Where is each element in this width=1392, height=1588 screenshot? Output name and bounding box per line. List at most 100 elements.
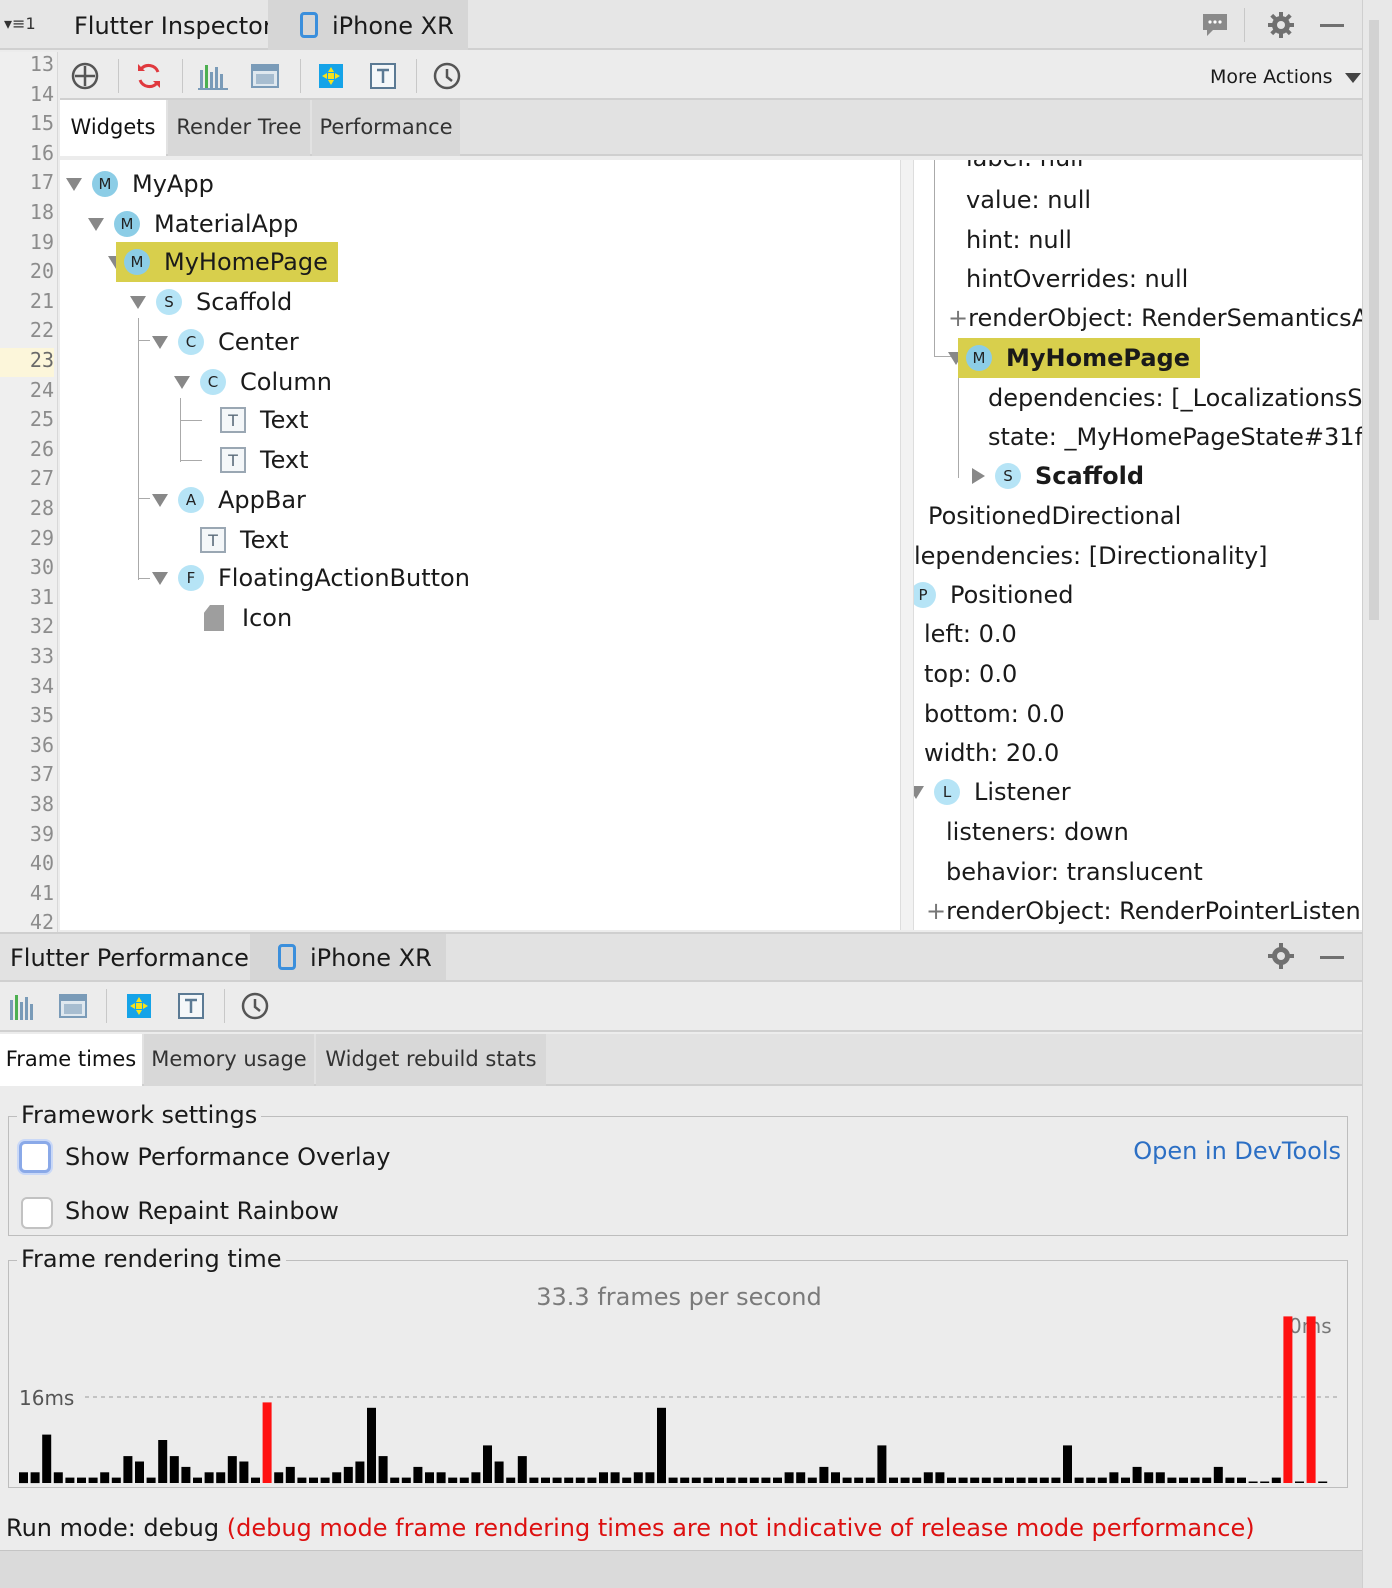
- gear-icon[interactable]: [1264, 9, 1298, 41]
- tab-frame-times[interactable]: Frame times: [0, 1034, 142, 1086]
- tree-guide: [138, 578, 150, 579]
- panel-splitter[interactable]: [900, 160, 914, 930]
- expand-triangle-icon[interactable]: [152, 493, 168, 507]
- expand-triangle-icon[interactable]: [914, 785, 924, 799]
- expand-triangle-icon[interactable]: [130, 295, 146, 309]
- tree-node-scaffold[interactable]: S Scaffold: [130, 284, 292, 320]
- frame-bar: [436, 1472, 446, 1484]
- clock-icon[interactable]: [430, 60, 464, 92]
- expand-plus-icon[interactable]: +: [926, 897, 946, 925]
- text-baseline-icon[interactable]: [174, 990, 208, 1022]
- prop-node-positioned[interactable]: P Positioned: [914, 577, 1073, 613]
- tab-memory-usage[interactable]: Memory usage: [144, 1034, 314, 1086]
- window-overlay-icon[interactable]: [248, 60, 282, 92]
- widget-badge-icon: L: [934, 779, 960, 805]
- prop-node-myhomepage[interactable]: M MyHomePage: [948, 338, 1200, 378]
- tree-node-myhomepage[interactable]: M MyHomePage: [108, 242, 338, 282]
- widget-badge-icon: M: [114, 211, 140, 237]
- frame-bar: [691, 1477, 701, 1483]
- phone-icon: [300, 12, 318, 38]
- tab-widget-rebuild-stats[interactable]: Widget rebuild stats: [316, 1034, 546, 1086]
- frame-bar: [77, 1477, 86, 1483]
- refresh-icon[interactable]: [132, 60, 166, 92]
- bottom-status-bar: [0, 1550, 1362, 1588]
- frame-bar: [146, 1477, 156, 1483]
- device-tab[interactable]: iPhone XR: [250, 934, 446, 980]
- frame-bar: [633, 1472, 643, 1484]
- widget-badge-icon: P: [914, 582, 936, 608]
- more-actions-dropdown[interactable]: More Actions: [1210, 66, 1361, 88]
- tree-guide: [180, 420, 202, 421]
- tree-node-center[interactable]: C Center: [152, 324, 299, 360]
- tab-render-tree[interactable]: Render Tree: [168, 100, 310, 156]
- tree-node-myapp[interactable]: M MyApp: [66, 166, 214, 202]
- run-mode-label: Run mode: debug: [6, 1514, 220, 1542]
- tree-node-text[interactable]: T Text: [200, 522, 289, 558]
- tree-node-appbar[interactable]: A AppBar: [152, 482, 306, 518]
- expand-triangle-icon[interactable]: [66, 177, 82, 191]
- scrollbar[interactable]: [1369, 20, 1379, 620]
- line-number: 28: [29, 496, 54, 520]
- performance-bars-icon[interactable]: [6, 990, 40, 1022]
- collapse-triangle-icon[interactable]: [972, 468, 985, 484]
- debug-paint-icon[interactable]: [122, 990, 156, 1022]
- tree-node-materialapp[interactable]: M MaterialApp: [88, 206, 298, 242]
- minimize-icon[interactable]: [1320, 24, 1344, 27]
- frame-bar: [529, 1477, 539, 1483]
- gear-icon[interactable]: [1264, 940, 1298, 972]
- line-number: 19: [29, 229, 54, 254]
- text-baseline-icon[interactable]: [366, 60, 400, 92]
- tab-widgets[interactable]: Widgets: [60, 100, 166, 156]
- tab-performance[interactable]: Performance: [312, 100, 460, 156]
- prop-render-object[interactable]: + renderObject: RenderPointerListen: [926, 893, 1361, 929]
- expand-plus-icon[interactable]: +: [948, 304, 968, 332]
- select-widget-icon[interactable]: [68, 60, 102, 92]
- expand-triangle-icon[interactable]: [152, 335, 168, 349]
- frame-bar: [123, 1456, 133, 1483]
- tree-node-text[interactable]: T Text: [220, 402, 309, 438]
- frame-bar: [796, 1472, 806, 1484]
- list-icon: ▾≡: [4, 14, 26, 33]
- frame-bar: [923, 1472, 933, 1484]
- prop-render-object[interactable]: + renderObject: RenderSemanticsA: [948, 300, 1362, 336]
- prop-behavior: behavior: translucent: [946, 858, 1203, 886]
- show-performance-overlay-checkbox[interactable]: [19, 1141, 51, 1173]
- expand-triangle-icon[interactable]: [174, 375, 190, 389]
- tree-node-icon[interactable]: Icon: [204, 600, 292, 636]
- prop-node-scaffold[interactable]: S Scaffold: [972, 458, 1144, 494]
- chat-icon[interactable]: [1198, 10, 1232, 40]
- show-performance-overlay-label: Show Performance Overlay: [65, 1143, 391, 1171]
- clock-icon[interactable]: [238, 990, 272, 1022]
- minimize-icon[interactable]: [1320, 956, 1344, 959]
- line-number: 23: [0, 348, 54, 377]
- line-number: 26: [29, 436, 54, 461]
- frame-bar: [1121, 1477, 1130, 1483]
- prop-node-listener[interactable]: L Listener: [914, 774, 1071, 810]
- debug-paint-icon[interactable]: [314, 60, 348, 92]
- tool-window-menu[interactable]: ▾≡1: [0, 0, 58, 50]
- slow-frame-bar: [1306, 1316, 1316, 1483]
- frame-bar: [355, 1461, 365, 1483]
- open-in-devtools-link[interactable]: Open in DevTools: [1133, 1137, 1341, 1165]
- show-repaint-rainbow-checkbox[interactable]: [21, 1197, 53, 1229]
- frame-bar: [378, 1456, 388, 1483]
- performance-bars-icon[interactable]: [196, 60, 230, 92]
- prop-positioned-directional: PositionedDirectional: [928, 502, 1182, 530]
- device-tab[interactable]: iPhone XR: [268, 0, 468, 50]
- tree-node-text[interactable]: T Text: [220, 442, 309, 478]
- file-icon: [204, 605, 224, 631]
- performance-header: Flutter Performance iPhone XR: [0, 932, 1362, 982]
- frame-bar: [889, 1477, 898, 1483]
- tree-guide: [180, 398, 181, 462]
- expand-triangle-icon[interactable]: [88, 217, 104, 231]
- frame-bar: [947, 1477, 956, 1483]
- tree-node-column[interactable]: C Column: [174, 364, 332, 400]
- frame-bar: [1097, 1477, 1107, 1483]
- frame-bar: [807, 1477, 817, 1483]
- tree-guide: [180, 460, 202, 461]
- frame-bar: [749, 1477, 759, 1483]
- window-overlay-icon[interactable]: [56, 990, 90, 1022]
- expand-triangle-icon[interactable]: [152, 571, 168, 585]
- tree-node-floatingactionbutton[interactable]: F FloatingActionButton: [152, 560, 470, 596]
- inspector-toolbar: More Actions: [60, 52, 1362, 100]
